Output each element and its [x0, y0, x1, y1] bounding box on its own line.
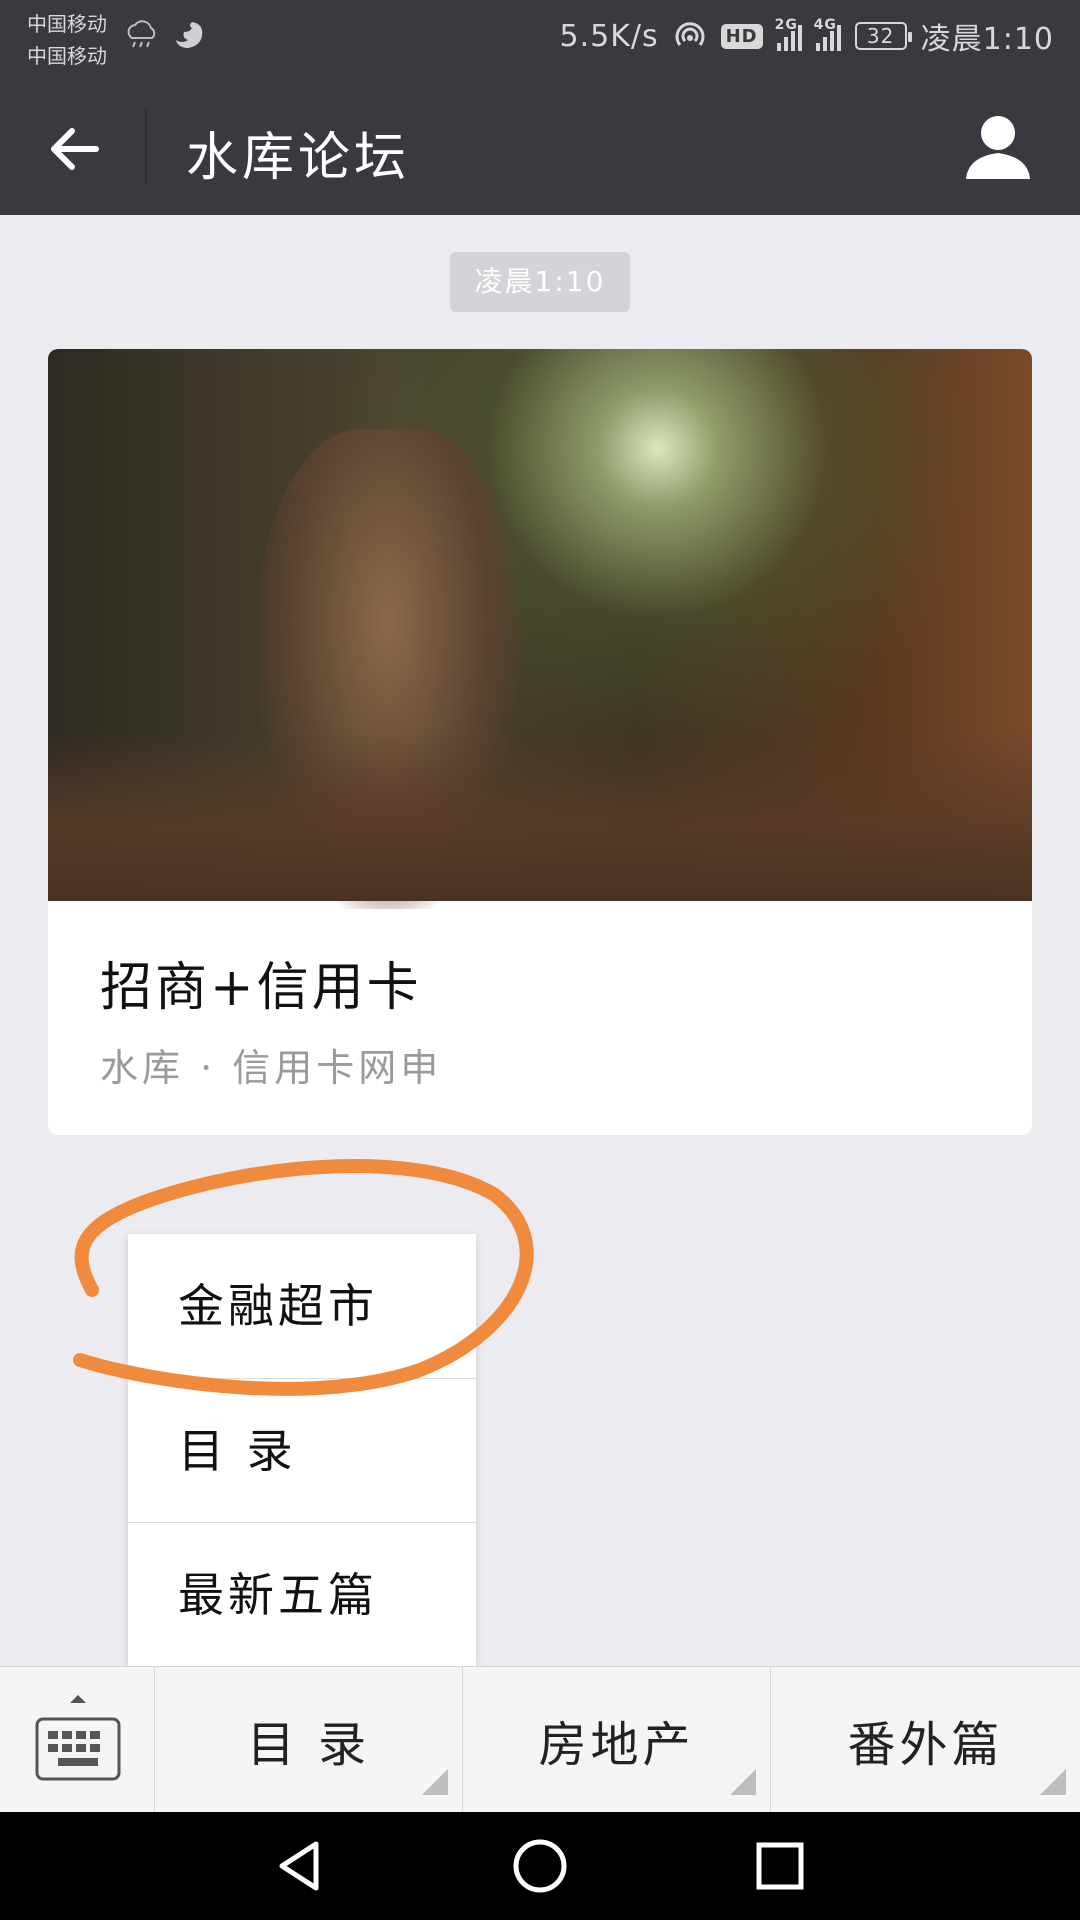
- menu-item-latest-five[interactable]: 最新五篇: [128, 1522, 476, 1666]
- carrier-2: 中国移动: [27, 44, 107, 68]
- keyboard-toggle-button[interactable]: [0, 1667, 155, 1813]
- cover-crowd: [48, 731, 1032, 901]
- message-timestamp: 凌晨1:10: [450, 252, 630, 312]
- hotspot-icon: [675, 22, 705, 46]
- tab-extras-label: 番外篇: [847, 1717, 1004, 1773]
- back-button[interactable]: [36, 111, 112, 187]
- status-left-icons: [124, 18, 206, 52]
- arrow-left-icon: [51, 128, 99, 170]
- home-circle-icon: [513, 1839, 567, 1893]
- menu-item-financial-market[interactable]: 金融超市: [128, 1234, 476, 1378]
- battery-level: 32: [866, 24, 895, 48]
- signal-2g-label: 2G: [774, 17, 798, 33]
- status-right: 5.5K/s HD 2G 4G 32 凌晨1:10: [559, 14, 1054, 58]
- bottom-menu-bar: 目 录 房地产 番外篇: [0, 1666, 1080, 1813]
- submenu-indicator-icon: [422, 1769, 448, 1795]
- back-triangle-icon: [279, 1841, 319, 1891]
- keyboard-icon: [35, 1695, 121, 1781]
- signal-icon: 2G: [775, 17, 802, 51]
- popup-menu: 金融超市 目 录 最新五篇: [128, 1234, 476, 1666]
- article-cover-image: [48, 349, 1032, 909]
- profile-button[interactable]: [958, 107, 1038, 187]
- net-speed: 5.5K/s: [559, 18, 659, 54]
- signal-icon: 4G: [814, 17, 841, 51]
- weather-rain-icon: [127, 20, 156, 48]
- tab-real-estate-label: 房地产: [538, 1717, 695, 1773]
- recents-square-icon: [756, 1842, 804, 1890]
- tab-real-estate[interactable]: 房地产: [463, 1667, 771, 1813]
- article-title: 招商+信用卡: [100, 958, 422, 1018]
- squirrel-app-icon: [176, 22, 203, 48]
- submenu-indicator-icon: [730, 1769, 756, 1795]
- status-time: 凌晨1:10: [920, 22, 1054, 57]
- nav-recents-button[interactable]: [744, 1830, 816, 1902]
- person-icon: [966, 116, 1030, 179]
- page-title: 水库论坛: [186, 128, 411, 188]
- article-subtitle: 水库 · 信用卡网申: [100, 1046, 443, 1090]
- title-divider: [145, 109, 147, 185]
- status-bar: 中国移动 中国移动 5.5K/s HD 2G 4G 32 凌晨1:10: [0, 0, 1080, 79]
- nav-back-button[interactable]: [264, 1830, 336, 1902]
- system-nav-bar: [0, 1812, 1080, 1920]
- hd-badge: HD: [720, 23, 763, 49]
- tab-catalog-label: 目 录: [246, 1717, 371, 1773]
- carrier-1: 中国移动: [27, 12, 107, 36]
- article-card[interactable]: 招商+信用卡 水库 · 信用卡网申: [48, 349, 1032, 1135]
- title-bar: 水库论坛: [0, 79, 1080, 215]
- signal-4g-label: 4G: [813, 17, 837, 33]
- tab-extras[interactable]: 番外篇: [771, 1667, 1080, 1813]
- nav-home-button[interactable]: [504, 1830, 576, 1902]
- carrier-info: 中国移动 中国移动: [27, 8, 107, 72]
- menu-item-catalog[interactable]: 目 录: [128, 1378, 476, 1522]
- submenu-indicator-icon: [1040, 1769, 1066, 1795]
- tab-catalog[interactable]: 目 录: [155, 1667, 463, 1813]
- battery-icon: 32: [854, 22, 912, 50]
